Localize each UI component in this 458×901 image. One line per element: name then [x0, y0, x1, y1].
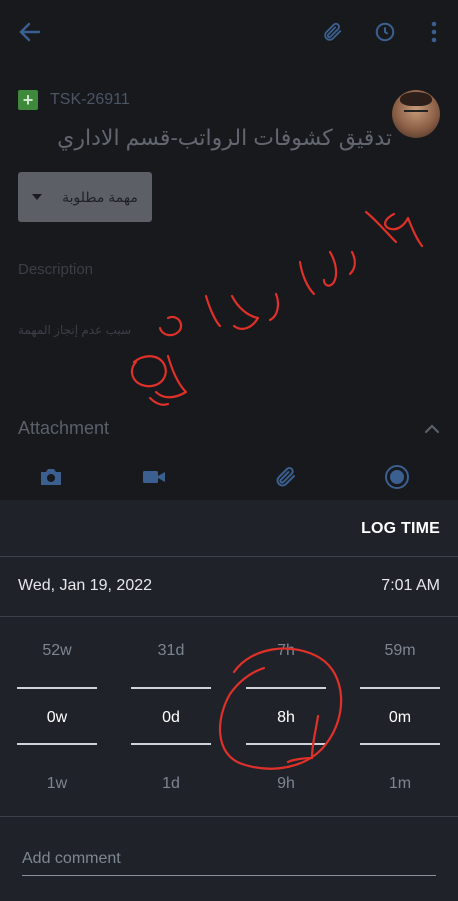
days-wheel[interactable]: 31d 0d 1d [131, 617, 211, 817]
log-time-sheet: LOG TIME Wed, Jan 19, 2022 7:01 AM 52w 0… [0, 500, 458, 901]
datetime-row: Wed, Jan 19, 2022 7:01 AM [0, 557, 458, 617]
chevron-up-icon[interactable] [424, 422, 440, 434]
minutes-prev[interactable]: 59m [360, 642, 440, 660]
date-selector[interactable]: Wed, Jan 19, 2022 [18, 577, 152, 595]
task-type-icon: + [18, 90, 38, 110]
more-button[interactable] [420, 18, 448, 46]
comment-input[interactable] [22, 846, 436, 868]
arrow-left-icon [19, 22, 41, 42]
paperclip-icon [324, 22, 342, 41]
days-prev[interactable]: 31d [131, 642, 211, 660]
chevron-down-icon [32, 194, 43, 200]
attachment-actions [0, 460, 458, 496]
status-label: مهمة مطلوبة [62, 188, 138, 205]
video-button[interactable] [141, 464, 167, 490]
clock-icon [375, 22, 395, 42]
attach-button[interactable] [318, 18, 346, 46]
history-button[interactable] [371, 18, 399, 46]
task-title: تدقيق كشوفات الرواتب-قسم الاداري [57, 125, 392, 150]
weeks-next[interactable]: 1w [17, 775, 97, 793]
comment-field-wrapper [22, 846, 436, 876]
record-icon [385, 465, 409, 489]
minutes-wheel[interactable]: 59m 0m 1m [360, 617, 440, 817]
back-button[interactable] [16, 18, 44, 46]
duration-picker: 52w 0w 1w 31d 0d 1d 7h 8h 9h 59m 0m 1m [0, 617, 458, 817]
task-key-row: + TSK-26911 [18, 90, 130, 110]
task-detail-screen: + TSK-26911 تدقيق كشوفات الرواتب-قسم الا… [0, 0, 458, 500]
weeks-current[interactable]: 0w [17, 709, 97, 727]
camera-button[interactable] [38, 464, 64, 490]
more-vertical-icon [431, 21, 437, 43]
hours-prev[interactable]: 7h [246, 642, 326, 660]
video-icon [143, 471, 165, 483]
weeks-wheel[interactable]: 52w 0w 1w [17, 617, 97, 817]
camera-icon [41, 469, 61, 485]
weeks-prev[interactable]: 52w [17, 642, 97, 660]
minutes-next[interactable]: 1m [360, 775, 440, 793]
attachment-label: Attachment [18, 418, 110, 438]
record-button[interactable] [384, 464, 410, 490]
task-key: TSK-26911 [50, 91, 130, 108]
hours-wheel[interactable]: 7h 8h 9h [246, 617, 326, 817]
avatar[interactable] [392, 90, 440, 138]
log-time-button[interactable]: LOG TIME [361, 520, 440, 538]
days-current[interactable]: 0d [131, 709, 211, 727]
hours-current[interactable]: 8h [246, 709, 326, 727]
status-dropdown[interactable]: مهمة مطلوبة [18, 172, 152, 222]
description-label: Description [18, 261, 94, 278]
time-selector[interactable]: 7:01 AM [381, 577, 440, 595]
app-bar [0, 0, 458, 64]
minutes-current[interactable]: 0m [360, 709, 440, 727]
sheet-header: LOG TIME [0, 500, 458, 557]
days-next[interactable]: 1d [131, 775, 211, 793]
hours-next[interactable]: 9h [246, 775, 326, 793]
paperclip-icon [276, 467, 295, 487]
file-attach-button[interactable] [272, 464, 298, 490]
description-value[interactable]: سبب عدم إنجاز المهمة [18, 323, 131, 337]
